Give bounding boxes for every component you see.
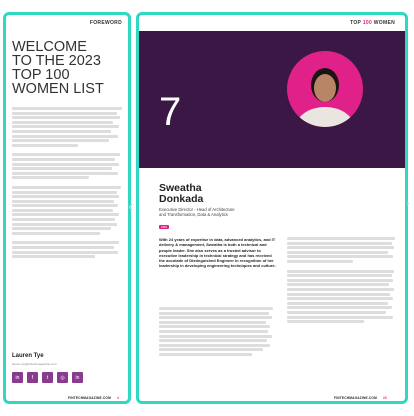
profile-intro: With 24 years of expertise in data, adva…	[159, 237, 276, 269]
chevron-left-icon[interactable]: ‹	[128, 198, 133, 216]
author-email[interactable]: lauren.tye@fintechmagazine.com	[12, 362, 57, 366]
facebook-icon[interactable]: f	[27, 372, 38, 383]
chevron-right-icon[interactable]: ›	[406, 198, 409, 209]
rank-number: 7	[159, 90, 182, 134]
instagram-icon[interactable]: ◎	[57, 372, 68, 383]
twitter-icon[interactable]: t	[42, 372, 53, 383]
page-number: 23	[382, 396, 387, 400]
top100-header: TOP 100 WOMEN	[350, 20, 395, 26]
profile-body-right	[287, 237, 397, 325]
foreword-header: FOREWORD	[89, 20, 122, 26]
name-last: Donkada	[159, 193, 204, 205]
company-pill[interactable]: UBS	[159, 225, 170, 229]
header-prefix: TOP	[350, 20, 362, 26]
footer-site: FINTECHMAGAZINE.COM	[334, 396, 377, 400]
person-role: Executive Director - Head of Architectur…	[159, 207, 274, 217]
person-icon	[295, 68, 355, 127]
footer-site: FINTECHMAGAZINE.COM	[68, 396, 111, 400]
header-accent: 100	[362, 20, 373, 26]
role-line: and Transformation, Data & Analytics	[159, 212, 228, 217]
title-line: TO THE 2023	[12, 53, 101, 69]
foreword-page[interactable]: FOREWORD WELCOME TO THE 2023 TOP 100 WOM…	[3, 12, 131, 404]
right-footer: FINTECHMAGAZINE.COM 23	[334, 396, 387, 400]
title-line: WOMEN LIST	[12, 81, 104, 97]
social-icons: in f t ◎ in	[12, 372, 83, 383]
foreword-body	[12, 107, 122, 260]
profile-portrait	[287, 51, 363, 127]
page-number: 4	[116, 396, 119, 400]
header-suffix: WOMEN	[373, 20, 395, 26]
foreword-title: WELCOME TO THE 2023 TOP 100 WOMEN LIST	[12, 39, 104, 97]
profile-page[interactable]: TOP 100 WOMEN 7 Sweatha Donkada Executiv…	[136, 12, 408, 404]
profile-body-left	[159, 307, 275, 358]
left-footer: FINTECHMAGAZINE.COM 4	[68, 396, 119, 400]
title-line: TOP 100	[12, 67, 70, 83]
linkedin-icon[interactable]: in	[12, 372, 23, 383]
linkedin-icon[interactable]: in	[72, 372, 83, 383]
person-name: Sweatha Donkada	[159, 183, 203, 205]
title-line: WELCOME	[12, 39, 87, 55]
author-name: Lauren Tye	[12, 353, 44, 359]
